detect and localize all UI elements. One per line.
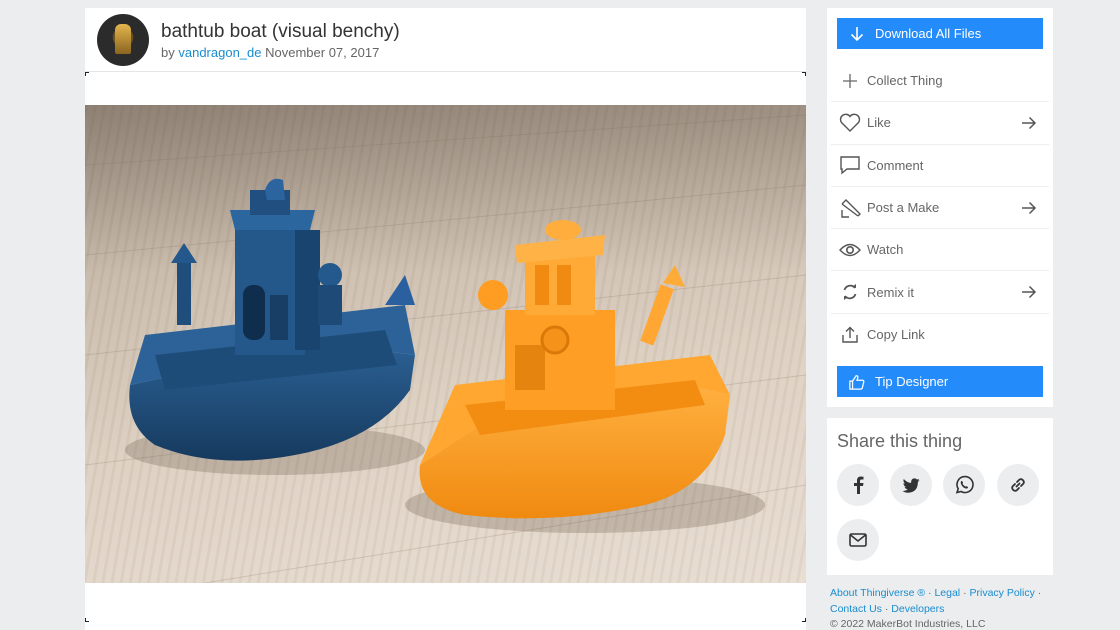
share-upload-icon bbox=[839, 324, 861, 346]
avatar[interactable] bbox=[97, 13, 149, 66]
actions-card: Download All Files Collect Thing Like Co… bbox=[827, 8, 1053, 407]
gallery-corner bbox=[85, 72, 89, 76]
privacy-link[interactable]: Privacy Policy bbox=[970, 587, 1035, 599]
image-gallery[interactable] bbox=[85, 72, 806, 622]
footer-separator: · bbox=[884, 602, 889, 615]
collect-thing-label: Collect Thing bbox=[867, 73, 943, 89]
legal-link[interactable]: Legal bbox=[934, 587, 960, 599]
like-button[interactable]: Like bbox=[831, 102, 1049, 145]
heart-icon bbox=[839, 112, 861, 134]
copyright: © 2022 MakerBot Industries, LLC bbox=[830, 618, 986, 630]
twitter-share-button[interactable] bbox=[890, 464, 932, 506]
copy-link-share-button[interactable] bbox=[997, 464, 1039, 506]
arrow-right-icon[interactable] bbox=[1021, 115, 1037, 131]
main-photo[interactable] bbox=[85, 105, 806, 583]
whatsapp-share-button[interactable] bbox=[943, 464, 985, 506]
remix-icon bbox=[839, 281, 861, 303]
gallery-corner bbox=[802, 618, 806, 622]
boats-illustration bbox=[85, 105, 806, 583]
pencil-icon bbox=[839, 197, 861, 219]
post-make-button[interactable]: Post a Make bbox=[831, 187, 1049, 230]
site-footer: About Thingiverse ® · Legal · Privacy Po… bbox=[830, 586, 1060, 630]
remix-button[interactable]: Remix it bbox=[831, 271, 1049, 314]
gallery-corner bbox=[802, 72, 806, 76]
share-title: Share this thing bbox=[837, 431, 963, 451]
footer-line-2: Contact Us · Developers bbox=[830, 602, 1060, 618]
twitter-icon bbox=[902, 477, 920, 493]
author-link[interactable]: vandragon_de bbox=[178, 45, 261, 60]
thing-card: bathtub boat (visual benchy) by vandrago… bbox=[85, 8, 806, 630]
byline: by vandragon_de November 07, 2017 bbox=[161, 45, 400, 60]
footer-separator: · bbox=[1037, 587, 1042, 599]
facebook-icon bbox=[854, 476, 864, 494]
like-label: Like bbox=[867, 115, 891, 131]
download-all-button[interactable]: Download All Files bbox=[837, 18, 1043, 49]
eye-icon bbox=[839, 239, 861, 261]
comment-icon bbox=[839, 154, 861, 176]
arrow-right-icon[interactable] bbox=[1021, 284, 1037, 300]
footer-line-1: About Thingiverse ® · Legal · Privacy Po… bbox=[830, 586, 1060, 602]
watch-label: Watch bbox=[867, 242, 904, 258]
about-link[interactable]: About Thingiverse ® bbox=[830, 587, 925, 599]
post-make-label: Post a Make bbox=[867, 200, 940, 216]
comment-label: Comment bbox=[867, 157, 924, 173]
contact-link[interactable]: Contact Us bbox=[830, 603, 882, 615]
facebook-share-button[interactable] bbox=[837, 464, 879, 506]
footer-separator: · bbox=[963, 587, 967, 599]
link-icon bbox=[1011, 478, 1025, 492]
action-list: Collect Thing Like Comment Post a Make W… bbox=[831, 60, 1049, 356]
watch-button[interactable]: Watch bbox=[831, 229, 1049, 272]
tip-designer-button[interactable]: Tip Designer bbox=[837, 366, 1043, 397]
page-title: bathtub boat (visual benchy) bbox=[161, 20, 400, 42]
thumbs-up-icon bbox=[849, 374, 865, 390]
copy-link-button[interactable]: Copy Link bbox=[831, 314, 1049, 356]
comment-button[interactable]: Comment bbox=[831, 145, 1049, 187]
download-icon bbox=[849, 26, 865, 42]
footer-separator: · bbox=[928, 587, 932, 599]
remix-label: Remix it bbox=[867, 284, 914, 300]
share-card: Share this thing bbox=[827, 418, 1053, 575]
download-all-label: Download All Files bbox=[875, 26, 982, 41]
arrow-right-icon[interactable] bbox=[1021, 200, 1037, 216]
collect-thing-button[interactable]: Collect Thing bbox=[831, 60, 1049, 103]
publish-date: November 07, 2017 bbox=[265, 44, 380, 60]
tip-designer-label: Tip Designer bbox=[875, 374, 949, 389]
gallery-corner bbox=[85, 618, 89, 622]
email-share-button[interactable] bbox=[837, 519, 879, 561]
title-block: bathtub boat (visual benchy) by vandrago… bbox=[161, 20, 400, 60]
copy-link-label: Copy Link bbox=[867, 327, 925, 343]
email-icon bbox=[849, 533, 867, 547]
plus-icon bbox=[839, 70, 861, 92]
thing-header: bathtub boat (visual benchy) by vandrago… bbox=[85, 8, 806, 72]
developers-link[interactable]: Developers bbox=[891, 603, 944, 615]
whatsapp-icon bbox=[955, 475, 974, 494]
byline-prefix: by bbox=[161, 44, 175, 60]
